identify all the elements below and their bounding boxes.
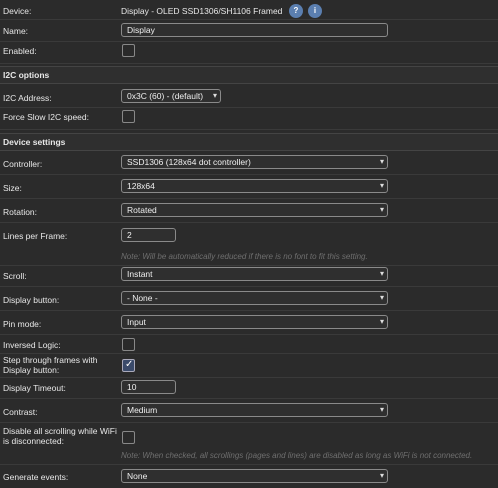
name-label: Name:: [3, 26, 29, 36]
chevron-down-icon: ▾: [379, 181, 384, 190]
controller-label: Controller:: [3, 159, 43, 169]
i2c-section-title: I2C options: [3, 70, 50, 80]
enabled-label: Enabled:: [3, 46, 37, 56]
chevron-down-icon: ▾: [379, 269, 384, 278]
chevron-down-icon: ▾: [379, 317, 384, 326]
rotation-value: Rotated: [127, 205, 157, 215]
scroll-label: Scroll:: [3, 271, 27, 281]
chevron-down-icon: ▾: [379, 293, 384, 302]
device-settings-title: Device settings: [3, 137, 66, 147]
checkmark-icon: ✓: [125, 359, 134, 370]
rotation-select[interactable]: Rotated ▾: [121, 203, 388, 217]
pin-mode-value: Input: [127, 317, 146, 327]
disable-scrolling-checkbox[interactable]: [122, 431, 135, 444]
display-timeout-label: Display Timeout:: [3, 383, 66, 393]
pin-mode-select[interactable]: Input ▾: [121, 315, 388, 329]
display-button-select[interactable]: - None - ▾: [121, 291, 388, 305]
step-frames-label-1: Step through frames with: [3, 355, 98, 365]
device-label: Device:: [3, 6, 32, 16]
contrast-value: Medium: [127, 405, 158, 415]
scroll-select[interactable]: Instant ▾: [121, 267, 388, 281]
display-button-value: - None -: [127, 293, 158, 303]
device-value: Display - OLED SSD1306/SH1106 Framed: [121, 6, 283, 16]
step-frames-checkbox[interactable]: ✓: [122, 359, 135, 372]
chevron-down-icon: ▾: [379, 157, 384, 166]
chevron-down-icon: ▾: [379, 205, 384, 214]
force-slow-i2c-checkbox[interactable]: [122, 110, 135, 123]
i2c-address-select[interactable]: 0x3C (60) - (default) ▾: [121, 89, 221, 103]
pin-mode-label: Pin mode:: [3, 319, 42, 329]
lines-per-frame-label: Lines per Frame:: [3, 231, 68, 241]
generate-events-select[interactable]: None ▾: [121, 469, 388, 483]
force-slow-i2c-label: Force Slow I2C speed:: [3, 112, 89, 122]
generate-events-value: None: [127, 471, 148, 481]
disable-scrolling-label-1: Disable all scrolling while WiFi: [3, 426, 117, 436]
help-icon[interactable]: ?: [289, 4, 303, 18]
chevron-down-icon: ▾: [379, 405, 384, 414]
rotation-label: Rotation:: [3, 207, 38, 217]
contrast-label: Contrast:: [3, 407, 38, 417]
contrast-select[interactable]: Medium ▾: [121, 403, 388, 417]
chevron-down-icon: ▾: [379, 471, 384, 480]
disable-scrolling-note: Note: When checked, all scrollings (page…: [121, 451, 473, 460]
size-select[interactable]: 128x64 ▾: [121, 179, 388, 193]
info-icon[interactable]: i: [308, 4, 322, 18]
generate-events-label: Generate events:: [3, 472, 69, 482]
inversed-logic-checkbox[interactable]: [122, 338, 135, 351]
scroll-value: Instant: [127, 269, 153, 279]
enabled-checkbox[interactable]: [122, 44, 135, 57]
i2c-address-label: I2C Address:: [3, 93, 52, 103]
controller-select[interactable]: SSD1306 (128x64 dot controller) ▾: [121, 155, 388, 169]
disable-scrolling-label-2: is disconnected:: [3, 436, 64, 446]
name-input[interactable]: Display: [121, 23, 388, 37]
lines-per-frame-note: Note: Will be automatically reduced if t…: [121, 252, 368, 261]
display-timeout-input[interactable]: 10: [121, 380, 176, 394]
inversed-logic-label: Inversed Logic:: [3, 340, 61, 350]
controller-value: SSD1306 (128x64 dot controller): [127, 157, 251, 167]
size-label: Size:: [3, 183, 22, 193]
lines-per-frame-input[interactable]: 2: [121, 228, 176, 242]
i2c-address-value: 0x3C (60) - (default): [127, 91, 204, 101]
display-button-label: Display button:: [3, 295, 60, 305]
size-value: 128x64: [127, 181, 155, 191]
step-frames-label-2: Display button:: [3, 365, 60, 375]
chevron-down-icon: ▾: [212, 91, 217, 100]
